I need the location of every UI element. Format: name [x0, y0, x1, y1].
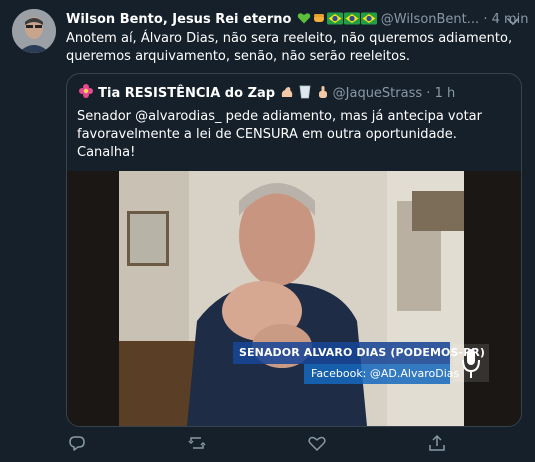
quoted-tweet-text: Senador @alvarodias_ pede adiamento, mas… [77, 108, 507, 162]
separator-dot: · [426, 86, 431, 101]
quoted-tweet-header: Tia RESISTÊNCIA do Zap @JaqueStrass · 1 … [77, 83, 455, 103]
name-emojis [296, 12, 381, 27]
more-icon[interactable] [504, 12, 522, 30]
brazil-flag-icon [360, 12, 377, 25]
quoted-tweet[interactable]: Tia RESISTÊNCIA do Zap @JaqueStrass · 1 … [66, 73, 522, 427]
quoted-text-line: favoravelmente a lei de CENSURA em outra… [77, 127, 457, 142]
reply-icon[interactable] [66, 432, 88, 454]
flower-icon [79, 84, 93, 98]
retweet-icon[interactable] [186, 432, 208, 454]
tweet-text-line: queremos arquivamento, senão, não serão … [66, 49, 411, 64]
brazil-flag-icon [326, 12, 343, 25]
handle[interactable]: @WilsonBent... [381, 12, 479, 27]
tweet-text: Anotem aí, Álvaro Dias, não sera reeleit… [66, 30, 526, 66]
avatar[interactable] [12, 9, 56, 53]
quoted-display-name[interactable]: Tia RESISTÊNCIA do Zap [98, 86, 275, 101]
brazil-flag-icon [343, 12, 360, 25]
quoted-handle[interactable]: @JaqueStrass [333, 86, 423, 101]
tweet-text-line: Anotem aí, Álvaro Dias, não sera reeleit… [66, 31, 513, 46]
microphone-icon [453, 344, 489, 382]
video-frame [67, 171, 521, 426]
like-icon[interactable] [306, 432, 328, 454]
video-chyron-social: Facebook: @AD.AlvaroDias [304, 364, 459, 384]
quoted-text-line: Senador @alvarodias_ pede adiamento, mas… [77, 109, 482, 124]
tweet-actions [66, 432, 506, 456]
video-player[interactable]: SENADOR ALVARO DIAS (PODEMOS-PR) Faceboo… [67, 171, 521, 426]
separator-dot: · [483, 12, 488, 27]
tweet-header: Wilson Bento, Jesus Rei eterno @WilsonBe… [66, 10, 529, 30]
green-heart-icon [297, 13, 310, 24]
quoted-timestamp[interactable]: 1 h [435, 86, 456, 101]
quoted-text-line: Canalha! [77, 145, 136, 160]
flexed-arm-icon [282, 87, 293, 97]
fist-icon [313, 14, 324, 22]
display-name[interactable]: Wilson Bento, Jesus Rei eterno [66, 12, 291, 27]
video-chyron-name: SENADOR ALVARO DIAS (PODEMOS-PR) [233, 342, 485, 364]
pointing-up-icon [318, 86, 327, 98]
glass-icon [299, 85, 311, 99]
share-icon[interactable] [426, 432, 448, 454]
tweet[interactable]: Wilson Bento, Jesus Rei eterno @WilsonBe… [0, 0, 535, 462]
